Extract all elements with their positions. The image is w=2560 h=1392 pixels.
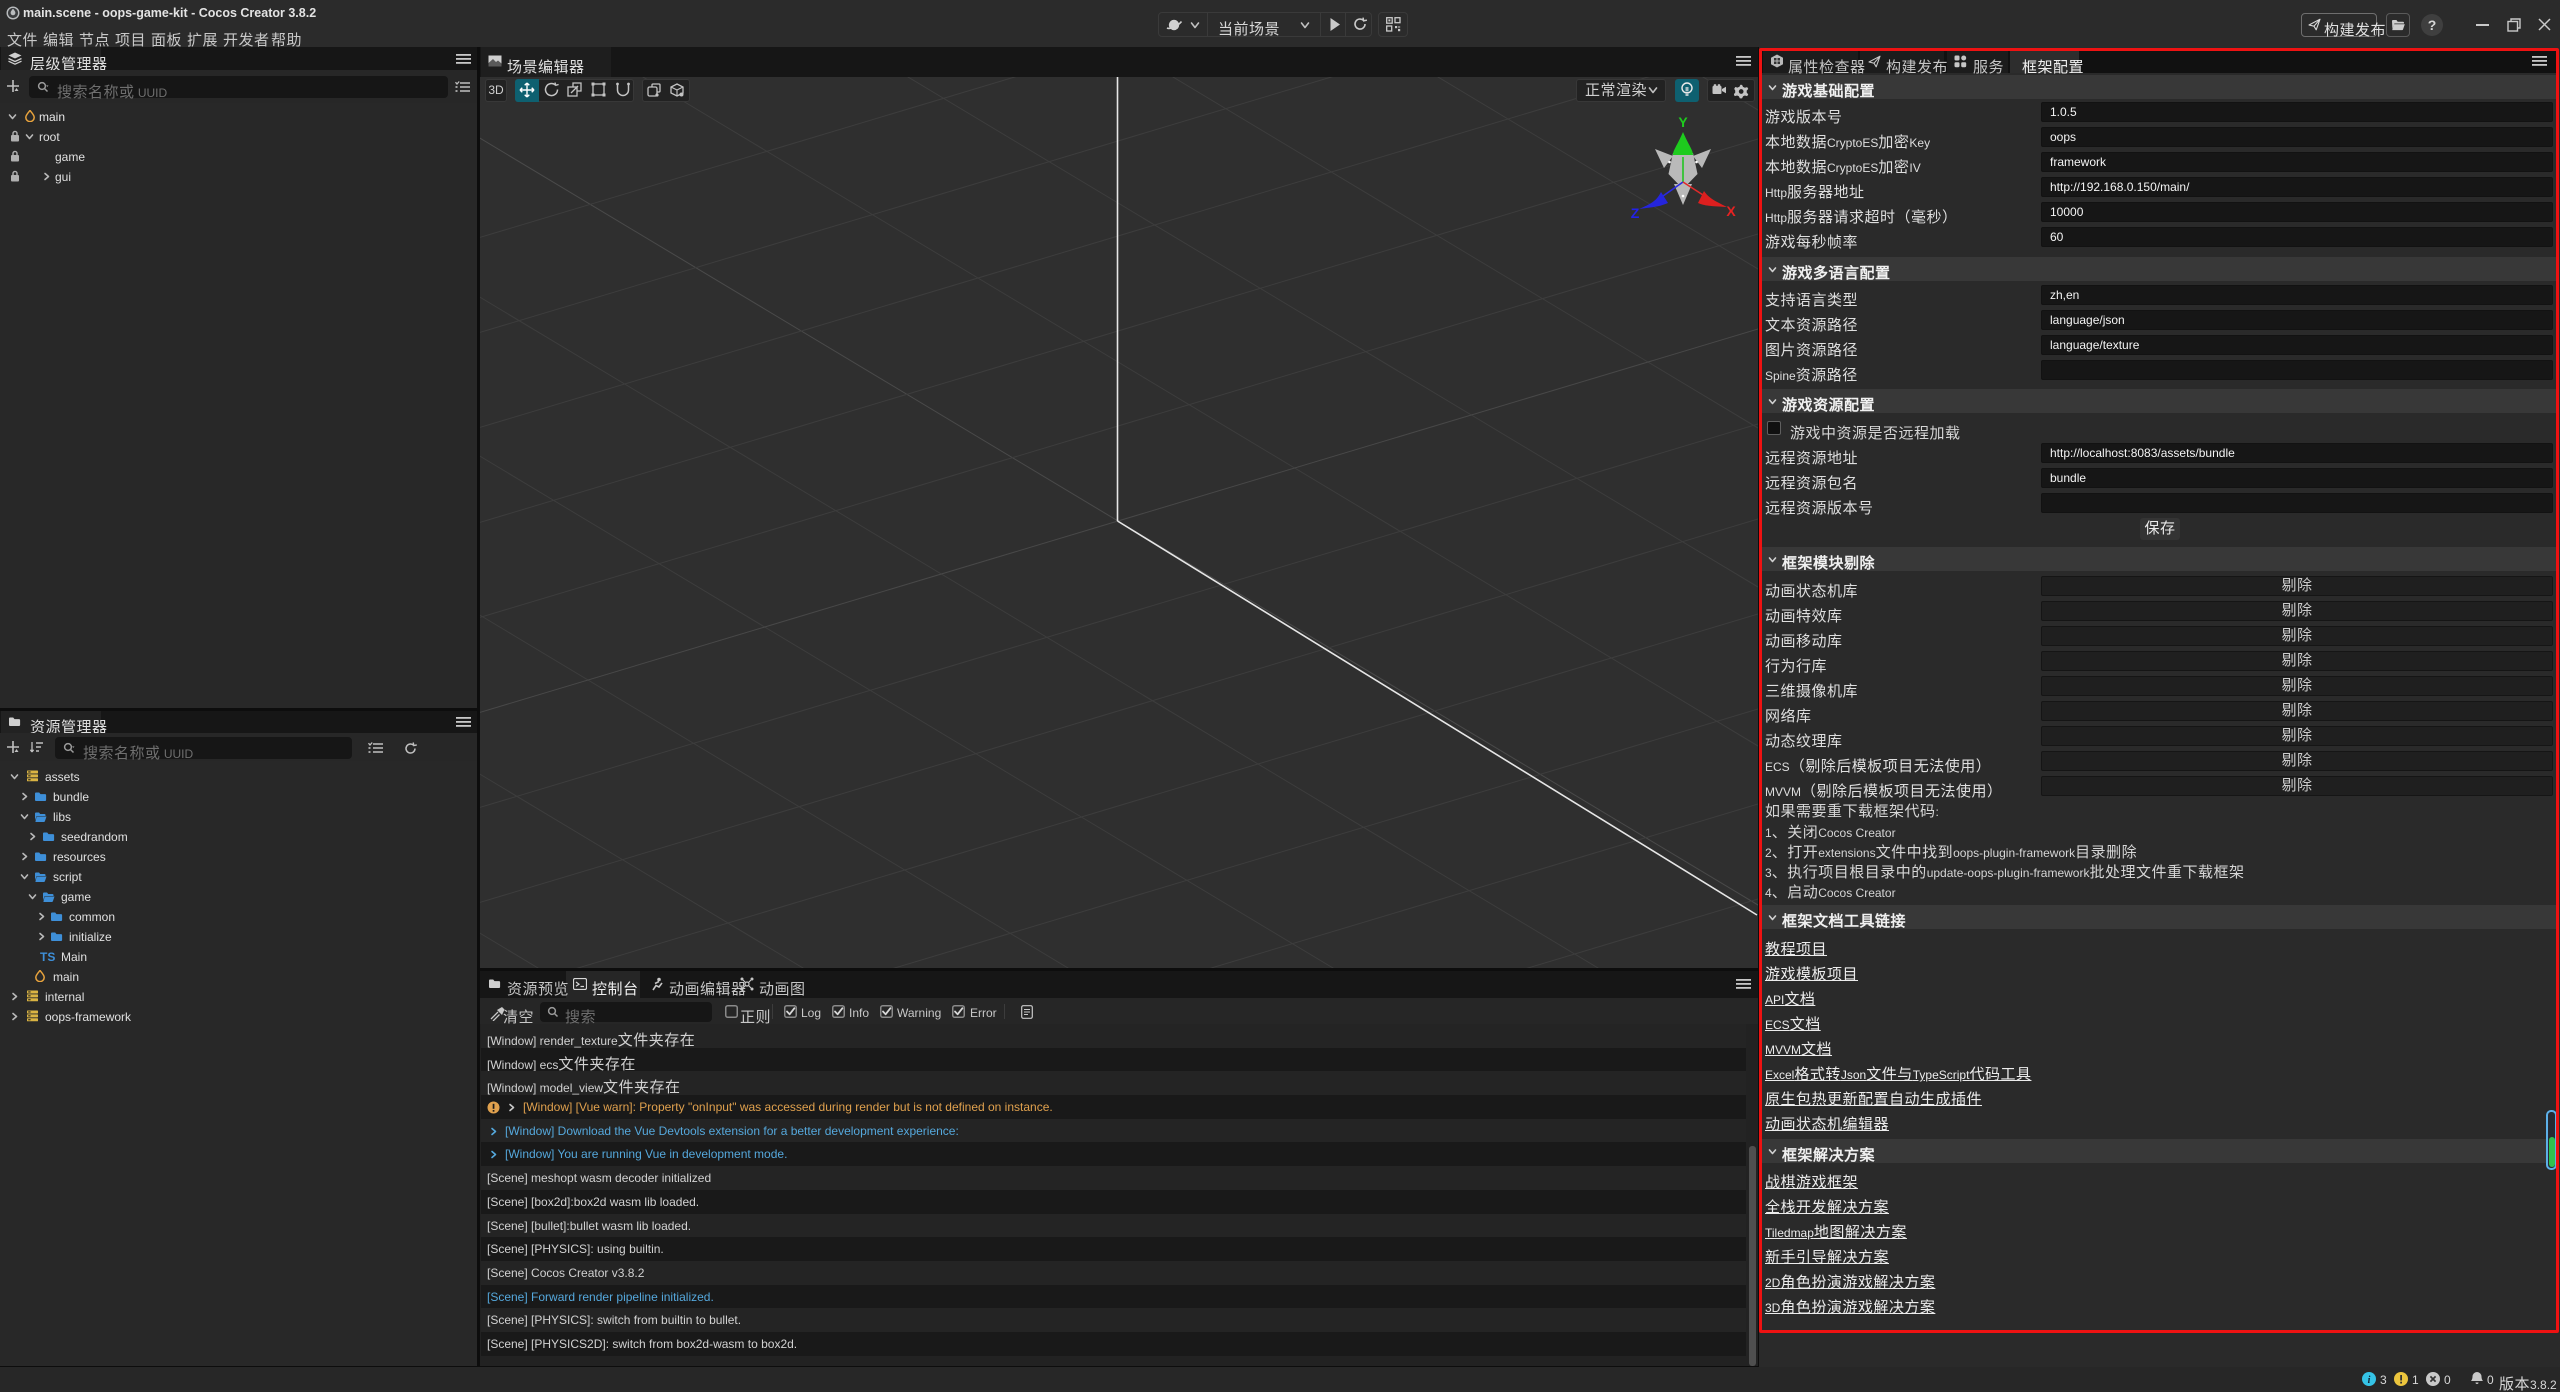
svg-text:Y: Y: [1678, 114, 1688, 130]
svg-text:i: i: [2368, 1375, 2371, 1386]
svg-text:X: X: [1726, 203, 1736, 219]
svg-text:Z: Z: [1631, 205, 1640, 221]
svg-text:?: ?: [2428, 17, 2437, 33]
